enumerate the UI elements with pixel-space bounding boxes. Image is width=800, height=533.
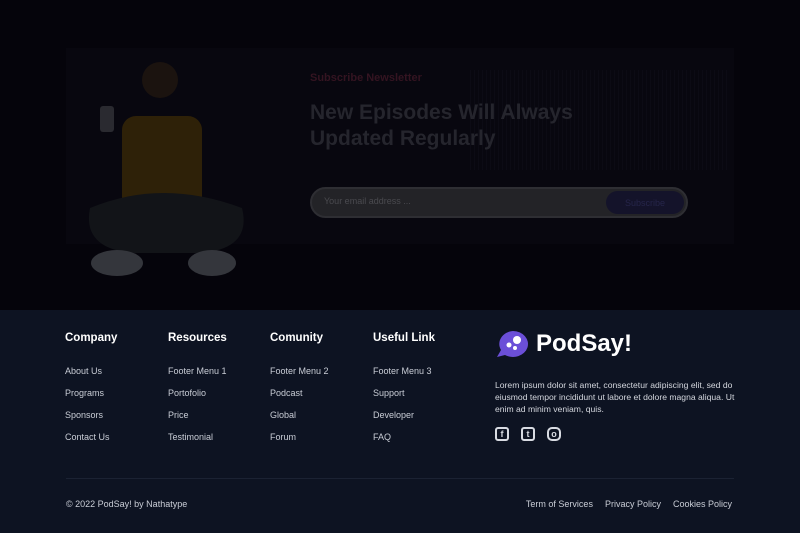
footer-link[interactable]: Podcast bbox=[270, 388, 329, 398]
footer-link[interactable]: Testimonial bbox=[168, 432, 227, 442]
person-with-headphones-image bbox=[88, 62, 244, 276]
footer-link[interactable]: Global bbox=[270, 410, 329, 420]
brand-description: Lorem ipsum dolor sit amet, consectetur … bbox=[495, 380, 735, 414]
footer-link[interactable]: Contact Us bbox=[65, 432, 117, 442]
column-title: Resources bbox=[168, 332, 227, 344]
footer-link[interactable]: FAQ bbox=[373, 432, 435, 442]
chat-bubble-logo-icon bbox=[497, 331, 528, 357]
footer-link[interactable]: Support bbox=[373, 388, 435, 398]
copyright: © 2022 PodSay! by Nathatype bbox=[66, 499, 188, 509]
privacy-link[interactable]: Privacy Policy bbox=[605, 499, 661, 509]
newsletter-section: Subscribe Newsletter New Episodes Will A… bbox=[0, 0, 800, 310]
footer-link[interactable]: Forum bbox=[270, 432, 329, 442]
footer-column-company: Company About Us Programs Sponsors Conta… bbox=[65, 332, 117, 454]
newsletter-headline: New Episodes Will Always Updated Regular… bbox=[310, 101, 573, 150]
footer-link[interactable]: Programs bbox=[65, 388, 117, 398]
footer-link[interactable]: Footer Menu 3 bbox=[373, 366, 435, 376]
legal-links: Term of Services Privacy Policy Cookies … bbox=[526, 499, 732, 509]
email-input[interactable] bbox=[324, 196, 584, 206]
footer-link[interactable]: Price bbox=[168, 410, 227, 420]
twitter-icon[interactable]: t bbox=[521, 427, 535, 441]
footer-column-community: Comunity Footer Menu 2 Podcast Global Fo… bbox=[270, 332, 329, 454]
newsletter-label: Subscribe Newsletter bbox=[310, 72, 422, 84]
instagram-icon[interactable]: o bbox=[547, 427, 561, 441]
footer-link[interactable]: Portofolio bbox=[168, 388, 227, 398]
footer-link[interactable]: Developer bbox=[373, 410, 435, 420]
column-title: Comunity bbox=[270, 332, 324, 344]
cookies-link[interactable]: Cookies Policy bbox=[673, 499, 732, 509]
terms-link[interactable]: Term of Services bbox=[526, 499, 593, 509]
brand-logo[interactable]: PodSay! bbox=[496, 330, 632, 358]
subscribe-button[interactable]: Subscribe bbox=[606, 191, 684, 214]
footer-link[interactable]: About Us bbox=[65, 366, 117, 376]
footer-divider bbox=[66, 478, 734, 479]
brand-name: PodSay! bbox=[536, 330, 633, 357]
facebook-icon[interactable]: f bbox=[495, 427, 509, 441]
social-links: f t o bbox=[495, 427, 561, 441]
footer-column-useful-link: Useful Link Footer Menu 3 Support Develo… bbox=[373, 332, 435, 454]
footer-link[interactable]: Footer Menu 1 bbox=[168, 366, 227, 376]
footer-column-resources: Resources Footer Menu 1 Portofolio Price… bbox=[168, 332, 227, 454]
footer-link[interactable]: Sponsors bbox=[65, 410, 117, 420]
column-title: Useful Link bbox=[373, 332, 435, 344]
footer-link[interactable]: Footer Menu 2 bbox=[270, 366, 329, 376]
column-title: Company bbox=[65, 332, 118, 344]
email-subscribe-form: Subscribe bbox=[310, 187, 688, 218]
